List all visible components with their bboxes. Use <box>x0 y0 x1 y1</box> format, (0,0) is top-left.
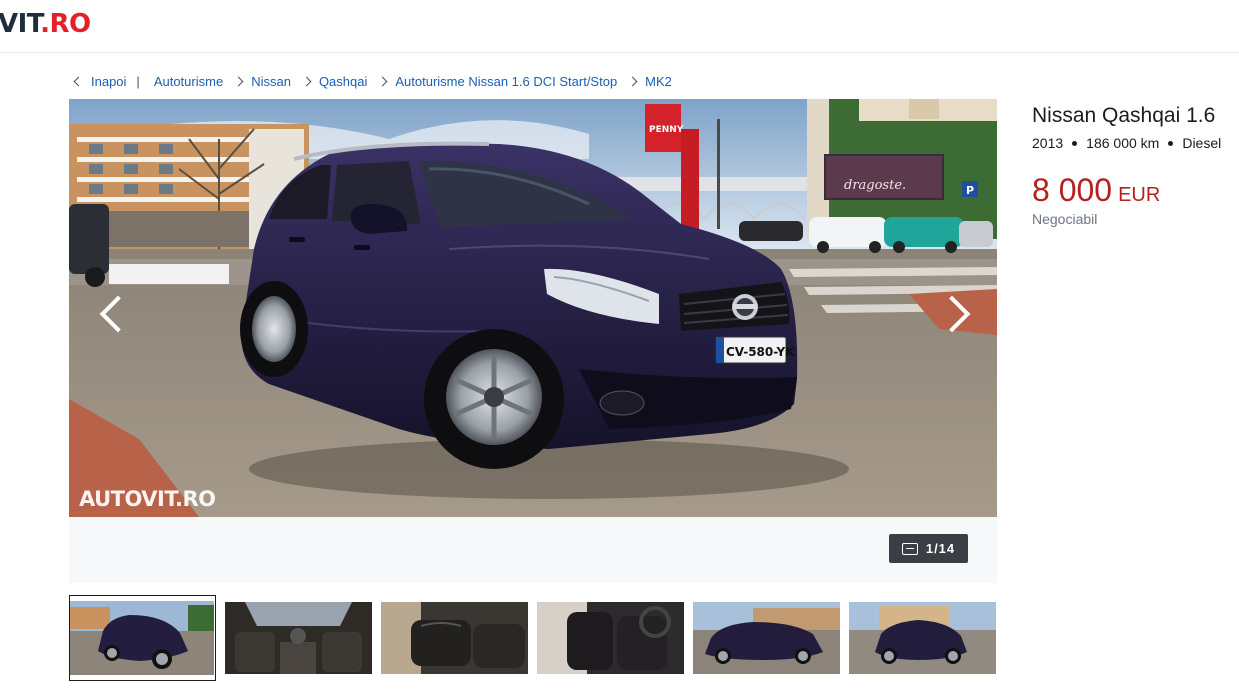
breadcrumb: Inapoi | Autoturisme Nissan Qashqai Auto… <box>72 72 672 90</box>
listing-price: 8 000 EUR <box>1032 172 1160 209</box>
breadcrumb-item-nissan[interactable]: Nissan <box>223 74 291 89</box>
breadcrumb-item-autoturisme[interactable]: Autoturisme <box>154 74 223 89</box>
thumbnail-1[interactable] <box>69 595 216 681</box>
listing-specs: 2013 186 000 km Diesel <box>1032 135 1221 151</box>
breadcrumb-item-qashqai[interactable]: Qashqai <box>291 74 367 89</box>
breadcrumb-item-generation[interactable]: MK2 <box>617 74 672 89</box>
logo-text-main: VIT <box>0 9 41 39</box>
breadcrumb-separator: | <box>136 73 140 89</box>
thumbnail-image <box>225 602 372 674</box>
photos-icon <box>901 542 918 555</box>
spec-year: 2013 <box>1032 135 1064 151</box>
store-sign-text: PENNY <box>649 125 684 135</box>
chevron-right-icon <box>627 76 638 86</box>
breadcrumb-link[interactable]: Autoturisme <box>154 74 223 89</box>
billboard-text: dragoste. <box>844 178 906 193</box>
thumbnail-5[interactable] <box>693 602 840 674</box>
chevron-right-icon <box>301 76 312 86</box>
photo-counter-button[interactable]: 1/14 <box>889 534 968 563</box>
thumbnail-image <box>70 601 214 675</box>
bullet-separator <box>1168 140 1174 146</box>
price-currency: EUR <box>1118 184 1161 206</box>
back-link[interactable]: Inapoi <box>91 74 126 89</box>
logo-text-domain: .RO <box>40 9 91 39</box>
site-logo[interactable]: VIT.RO <box>0 9 91 39</box>
price-value: 8 000 <box>1032 172 1113 208</box>
breadcrumb-link[interactable]: Nissan <box>251 74 291 89</box>
breadcrumb-link[interactable]: Qashqai <box>319 74 367 89</box>
spec-fuel: Diesel <box>1182 135 1222 151</box>
listing-title: Nissan Qashqai 1.6 <box>1032 104 1216 127</box>
thumbnail-3[interactable] <box>381 602 528 674</box>
chevron-right-icon <box>233 76 244 86</box>
main-photo-gallery[interactable]: dragoste. P PENNY CV-580-YK AUTOVIT.RO <box>69 99 997 517</box>
car-photo: dragoste. P PENNY CV-580-YK <box>69 99 997 517</box>
previous-photo-button[interactable] <box>91 285 135 341</box>
thumbnail-image <box>537 602 684 674</box>
thumbnail-2[interactable] <box>225 602 372 674</box>
top-navigation-bar: VIT.RO <box>0 0 1239 53</box>
thumbnail-image <box>849 602 996 674</box>
thumbnail-image <box>381 602 528 674</box>
breadcrumb-item-model[interactable]: Autoturisme Nissan 1.6 DCI Start/Stop <box>367 74 617 89</box>
gallery-footer: 1/14 <box>69 517 997 583</box>
price-negotiable-label: Negociabil <box>1032 211 1098 227</box>
photo-counter-text: 1/14 <box>925 541 956 556</box>
thumbnail-6[interactable] <box>849 602 996 674</box>
next-photo-button[interactable] <box>935 285 979 341</box>
chevron-left-icon <box>73 76 84 86</box>
spec-mileage: 186 000 km <box>1086 135 1160 151</box>
thumbnail-4[interactable] <box>537 602 684 674</box>
photo-watermark: AUTOVIT.RO <box>79 487 216 511</box>
breadcrumb-back[interactable]: Inapoi <box>72 74 126 89</box>
thumbnail-strip <box>69 595 999 681</box>
thumbnail-image <box>693 602 840 674</box>
license-plate-text: CV-580-YK <box>726 345 795 359</box>
chevron-right-icon <box>377 76 388 86</box>
breadcrumb-link[interactable]: Autoturisme Nissan 1.6 DCI Start/Stop <box>395 74 617 89</box>
bullet-separator <box>1072 140 1078 146</box>
parking-sign-text: P <box>966 184 974 197</box>
breadcrumb-link[interactable]: MK2 <box>645 74 672 89</box>
